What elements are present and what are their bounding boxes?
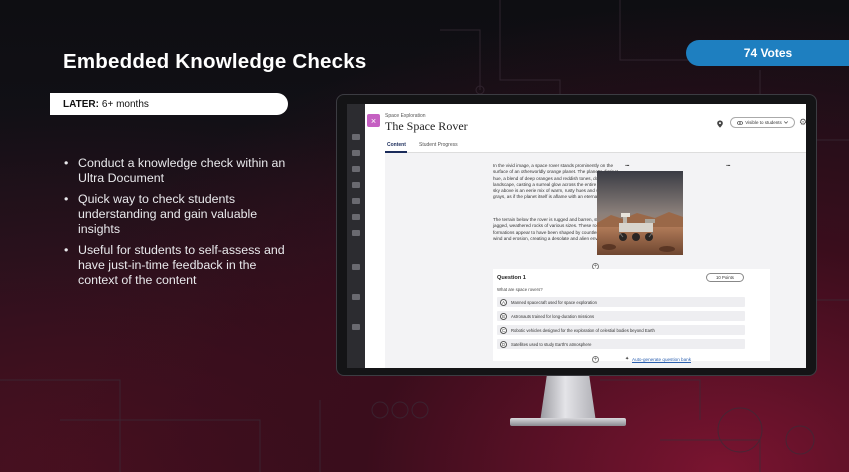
nav-icon [352, 166, 360, 172]
close-button[interactable]: × [367, 114, 380, 127]
nav-icon [352, 214, 360, 220]
auto-generate-link[interactable]: Auto-generate question bank [632, 357, 691, 362]
nav-icon [352, 198, 360, 204]
app-sidebar [347, 104, 365, 368]
option-letter: D [500, 340, 507, 348]
rover-image [597, 171, 683, 255]
option-letter: B [500, 312, 507, 320]
add-block-icon[interactable]: + [592, 356, 599, 363]
bullet-item: Quick way to check students understandin… [64, 192, 299, 237]
option-text: Satellites used to study Earth's atmosph… [511, 341, 592, 347]
option-letter: C [500, 326, 507, 334]
timeframe-value: 6+ months [101, 98, 149, 110]
nav-icon [352, 134, 360, 140]
answer-option[interactable]: B Astronauts trained for long-duration m… [497, 311, 745, 321]
option-text: Astronauts trained for long-duration mis… [511, 313, 595, 319]
nav-icon [352, 182, 360, 188]
tab-student-progress[interactable]: Student Progress [419, 142, 458, 148]
bullet-item: Useful for students to self-assess and h… [64, 243, 299, 288]
knowledge-check-panel: Question 1 10 Points What are space rove… [493, 269, 770, 361]
tab-content[interactable]: Content [387, 142, 406, 148]
monitor-stand [540, 376, 596, 422]
gear-icon[interactable]: ⚙ [799, 117, 806, 127]
monitor-base [510, 418, 626, 426]
slide-title: Embedded Knowledge Checks [63, 50, 367, 73]
monitor: × Space Exploration The Space Rover Visi… [336, 94, 817, 376]
document-title: The Space Rover [385, 119, 468, 133]
bullet-list: Conduct a knowledge check within an Ultr… [64, 156, 299, 294]
option-text: Robotic vehicles designed for the explor… [511, 327, 655, 333]
option-letter: A [500, 298, 507, 306]
location-pin-icon[interactable] [716, 120, 724, 128]
tab-bar: Content Student Progress [385, 140, 806, 153]
nav-icon [352, 230, 360, 236]
monitor-screen: × Space Exploration The Space Rover Visi… [347, 104, 806, 368]
answer-option[interactable]: A Manned spacecraft used for space explo… [497, 297, 745, 307]
more-options-icon[interactable]: ··· [625, 163, 630, 170]
points-badge[interactable]: 10 Points [706, 273, 744, 282]
bullet-item: Conduct a knowledge check within an Ultr… [64, 156, 299, 186]
visibility-label: Visible to students [745, 120, 782, 125]
option-text: Manned spacecraft used for space explora… [511, 299, 597, 305]
timeframe-banner: LATER: 6+ months [50, 93, 288, 115]
visibility-dropdown[interactable]: Visible to students [730, 117, 795, 128]
question-title: Question 1 [497, 275, 526, 281]
nav-icon [352, 150, 360, 156]
votes-badge: 74 Votes [686, 40, 849, 66]
slide-background: Embedded Knowledge Checks 74 Votes LATER… [0, 0, 849, 472]
nav-icon [352, 264, 360, 270]
timeframe-label: LATER: [63, 98, 99, 110]
answer-option[interactable]: D Satellites used to study Earth's atmos… [497, 339, 745, 349]
nav-icon [352, 294, 360, 300]
more-options-icon[interactable]: ··· [726, 163, 731, 170]
eye-icon [737, 120, 744, 125]
answer-option[interactable]: C Robotic vehicles designed for the expl… [497, 325, 745, 335]
chevron-down-icon [783, 121, 788, 124]
magic-wand-icon: ✦ [625, 356, 630, 362]
question-prompt: What are space rovers? [497, 287, 543, 292]
nav-icon [352, 324, 360, 330]
